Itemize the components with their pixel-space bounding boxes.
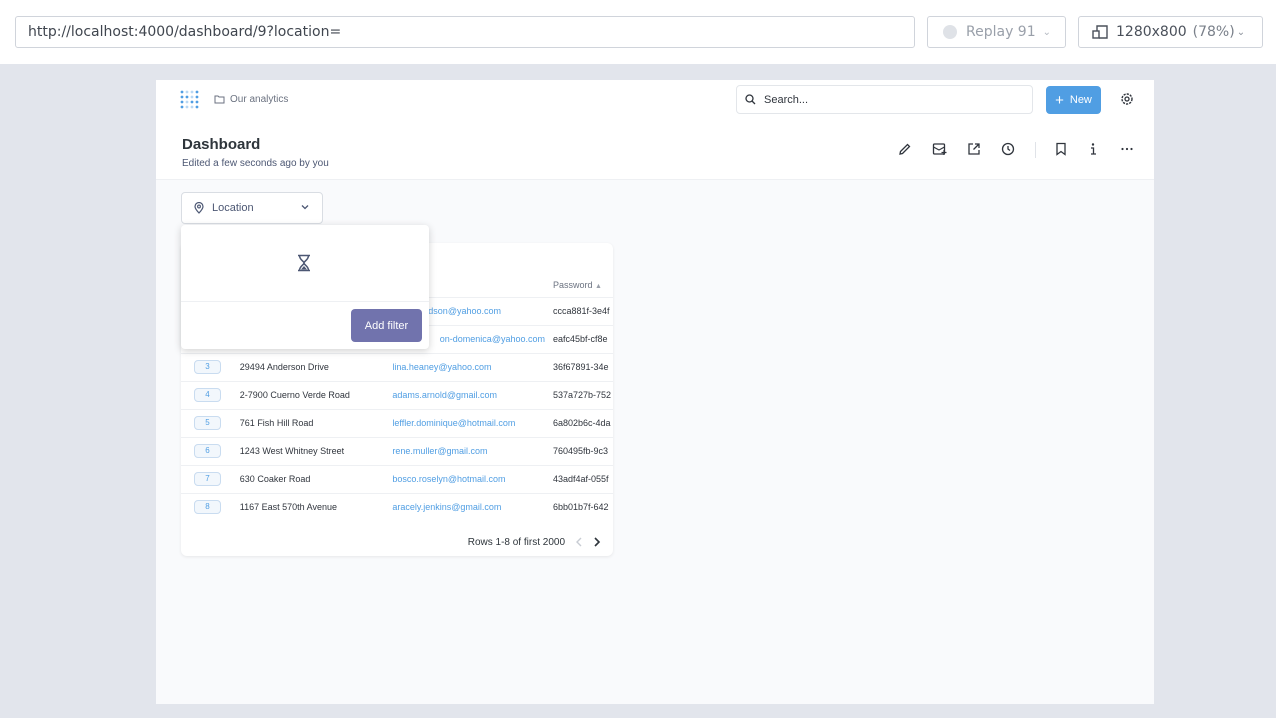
plus-icon: + — [1055, 91, 1064, 109]
bookmark-icon[interactable] — [1055, 142, 1067, 161]
chevron-down-icon: ⌄ — [1236, 26, 1246, 38]
hourglass-icon — [298, 254, 310, 272]
table-row[interactable]: 5 761 Fish Hill Road leffler.dominique@h… — [181, 408, 613, 437]
password-cell: 36f67891-34e — [552, 352, 613, 381]
column-header-password[interactable]: Password ▲ — [553, 273, 613, 297]
new-button-label: New — [1069, 94, 1092, 106]
replay-status-icon — [943, 25, 957, 39]
more-options-icon[interactable] — [1120, 142, 1134, 161]
chevron-left-icon[interactable] — [575, 536, 583, 548]
pagination: Rows 1-8 of first 2000 — [468, 536, 601, 548]
password-cell: 760495fb-9c3 — [552, 436, 613, 465]
toolbar-divider — [1035, 142, 1036, 158]
password-cell: ccca881f-3e4f — [552, 296, 613, 325]
new-button[interactable]: + New — [1046, 86, 1101, 114]
filter-popover: Add filter — [181, 225, 429, 349]
id-pill[interactable]: 5 — [194, 416, 221, 430]
row-id: 3 — [181, 352, 240, 381]
sort-ascending-icon: ▲ — [595, 282, 602, 290]
id-pill[interactable]: 3 — [194, 360, 221, 374]
add-filter-button[interactable]: Add filter — [351, 309, 422, 342]
table-row[interactable]: 4 2-7900 Cuerno Verde Road adams.arnold@… — [181, 380, 613, 409]
id-pill[interactable]: 6 — [194, 444, 221, 458]
divider — [181, 301, 429, 302]
replay-selector[interactable]: Replay 91 ⌄ — [927, 16, 1066, 48]
search-icon — [745, 94, 756, 105]
filter-label: Location — [212, 202, 254, 214]
app-viewport: Our analytics Search... + New Dashboard … — [156, 80, 1154, 704]
viewport-zoom: (78%) — [1192, 24, 1235, 40]
share-icon[interactable] — [967, 142, 981, 161]
password-cell: eafc45bf-cf8e — [552, 324, 613, 353]
clock-icon[interactable] — [1001, 142, 1015, 161]
table-row[interactable]: 8 1167 East 570th Avenue aracely.jenkins… — [181, 492, 613, 521]
replay-label: Replay 91 — [966, 24, 1036, 40]
row-id: 7 — [181, 464, 240, 493]
gear-icon[interactable] — [1120, 92, 1134, 111]
id-pill[interactable]: 8 — [194, 500, 221, 515]
email-cell[interactable]: aracely.jenkins@gmail.com — [392, 492, 553, 521]
subscription-icon[interactable] — [932, 142, 947, 161]
viewport-size-selector[interactable]: 1280x800 (78%) ⌄ — [1078, 16, 1263, 48]
email-cell[interactable]: rene.muller@gmail.com — [392, 436, 553, 465]
address-cell: 1243 West Whitney Street — [239, 436, 393, 465]
password-cell: 43adf4af-055f — [552, 464, 613, 493]
chevron-down-icon — [301, 205, 309, 210]
id-pill[interactable]: 4 — [194, 388, 221, 402]
search-placeholder: Search... — [764, 93, 809, 106]
password-cell: 6a802b6c-4da — [552, 408, 613, 437]
folder-icon — [214, 95, 225, 104]
viewport-size: 1280x800 — [1116, 24, 1187, 40]
location-filter-widget[interactable]: Location — [181, 192, 323, 224]
row-id: 8 — [181, 492, 240, 521]
password-cell: 6bb01b7f-642 — [552, 492, 613, 521]
address-cell: 29494 Anderson Drive — [239, 352, 393, 381]
address-cell: 2-7900 Cuerno Verde Road — [239, 380, 393, 409]
table-row[interactable]: 3 29494 Anderson Drive lina.heaney@yahoo… — [181, 352, 613, 381]
url-field[interactable]: http://localhost:4000/dashboard/9?locati… — [15, 16, 915, 48]
table-row[interactable]: 7 630 Coaker Road bosco.roselyn@hotmail.… — [181, 464, 613, 493]
app-header: Our analytics Search... + New Dashboard … — [156, 80, 1154, 180]
column-header-label: Password — [552, 279, 593, 290]
password-cell: 537a727b-752 — [552, 380, 613, 409]
last-edited-info[interactable]: Edited a few seconds ago by you — [182, 158, 329, 169]
email-cell[interactable]: adams.arnold@gmail.com — [392, 380, 553, 409]
breadcrumb[interactable]: Our analytics — [214, 94, 288, 105]
address-cell: 1167 East 570th Avenue — [239, 492, 393, 521]
email-cell[interactable]: leffler.dominique@hotmail.com — [392, 408, 553, 437]
chevron-down-icon: ⌄ — [1042, 26, 1052, 38]
search-input[interactable]: Search... — [736, 85, 1033, 114]
info-icon[interactable] — [1088, 142, 1098, 161]
pencil-icon[interactable] — [898, 142, 912, 161]
email-cell[interactable]: bosco.roselyn@hotmail.com — [392, 464, 553, 493]
chevron-right-icon[interactable] — [593, 536, 601, 548]
metabase-logo-icon[interactable] — [180, 90, 200, 117]
address-cell: 761 Fish Hill Road — [239, 408, 393, 437]
breadcrumb-collection: Our analytics — [230, 94, 289, 105]
page-title: Dashboard — [182, 136, 261, 153]
row-id: 6 — [181, 436, 240, 465]
resize-icon — [1092, 25, 1108, 39]
row-id: 4 — [181, 380, 240, 409]
id-pill[interactable]: 7 — [194, 472, 221, 486]
table-row[interactable]: 6 1243 West Whitney Street rene.muller@g… — [181, 436, 613, 465]
pagination-text: Rows 1-8 of first 2000 — [467, 536, 565, 548]
location-pin-icon — [194, 202, 204, 214]
address-cell: 630 Coaker Road — [239, 464, 393, 493]
replay-toolbar: http://localhost:4000/dashboard/9?locati… — [0, 0, 1276, 64]
row-id: 5 — [181, 408, 240, 437]
email-cell[interactable]: lina.heaney@yahoo.com — [392, 352, 553, 381]
